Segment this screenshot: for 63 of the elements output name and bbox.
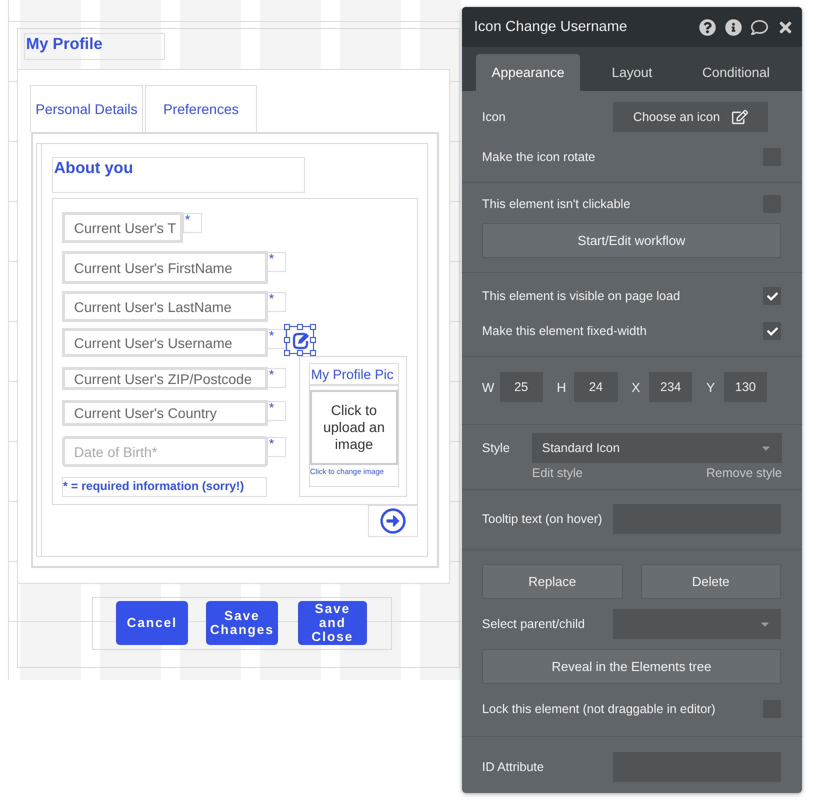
action-button[interactable]: Cancel xyxy=(116,601,188,645)
style-label: Style xyxy=(482,441,510,455)
panel-tab[interactable]: Conditional xyxy=(684,54,788,91)
option-label: This element isn't clickable xyxy=(482,197,630,211)
dimension-field[interactable]: 234 xyxy=(649,372,692,402)
dimension-field[interactable]: 130 xyxy=(724,372,767,402)
dimension-label: H xyxy=(556,380,568,394)
option-label: Make this element fixed-width xyxy=(482,324,647,338)
dimension-field[interactable]: 24 xyxy=(574,372,618,402)
page-title: My Profile xyxy=(24,33,165,60)
required-mark: * xyxy=(267,437,286,457)
section-title: About you xyxy=(52,157,305,193)
style-dropdown[interactable]: Standard Icon xyxy=(532,433,782,463)
required-mark: * xyxy=(267,292,286,312)
replace-button[interactable]: Replace xyxy=(482,564,622,599)
remove-style-link[interactable]: Remove style xyxy=(706,466,782,480)
dimension-label: X xyxy=(632,380,642,394)
reveal-button[interactable]: Reveal in the Elements tree xyxy=(482,649,781,684)
dimension-label: W xyxy=(482,380,496,394)
input-field[interactable]: Current User's FirstName xyxy=(62,251,268,284)
required-mark: * xyxy=(267,401,286,421)
dimension-label: Y xyxy=(706,380,716,394)
icon-label: Icon xyxy=(482,110,506,124)
picture-label: My Profile Pic xyxy=(309,363,399,385)
edit-style-link[interactable]: Edit style xyxy=(532,466,583,480)
action-button[interactable]: Save Changes xyxy=(206,601,278,645)
required-mark: * xyxy=(267,252,286,272)
tooltip-label: Tooltip text (on hover) xyxy=(482,512,602,526)
choose-icon-button[interactable]: Choose an icon xyxy=(613,102,768,132)
parent-child-label: Select parent/child xyxy=(482,617,585,631)
option-label: This element is visible on page load xyxy=(482,289,680,303)
upload-area[interactable]: Click to upload an image xyxy=(310,390,398,465)
close-icon[interactable] xyxy=(777,18,794,36)
input-field[interactable]: Current User's Country xyxy=(62,400,268,426)
input-field[interactable]: Current User's LastName xyxy=(62,291,268,322)
help-icon[interactable] xyxy=(699,18,716,36)
checkbox[interactable] xyxy=(763,287,781,305)
action-button[interactable]: Save and Close xyxy=(298,601,367,645)
checkbox[interactable] xyxy=(763,322,781,340)
input-field[interactable]: Current User's T xyxy=(62,212,183,243)
panel-tab[interactable]: Layout xyxy=(580,54,684,91)
tab[interactable]: Preferences xyxy=(145,85,257,132)
comment-icon[interactable] xyxy=(751,18,768,36)
required-mark: * xyxy=(267,368,286,388)
dimension-field[interactable]: 25 xyxy=(500,372,543,402)
workflow-button[interactable]: Start/Edit workflow xyxy=(482,223,781,258)
selected-edit-icon[interactable] xyxy=(284,324,316,356)
tab[interactable]: Personal Details xyxy=(30,85,143,132)
panel-tab[interactable]: Appearance xyxy=(476,54,580,91)
check-icon xyxy=(766,290,778,302)
option-label: Lock this element (not draggable in editor) xyxy=(482,702,716,716)
edit-icon xyxy=(732,109,748,125)
id-attribute-label: ID Attribute xyxy=(482,760,544,774)
panel-title: Icon Change Username xyxy=(474,19,628,35)
option-label: Make the icon rotate xyxy=(482,150,596,164)
info-icon[interactable] xyxy=(725,18,742,36)
delete-button[interactable]: Delete xyxy=(640,564,781,599)
input-field[interactable]: Current User's Username xyxy=(62,328,268,357)
required-mark: * xyxy=(183,213,202,233)
required-note: * = required information (sorry!) xyxy=(62,477,267,497)
arrow-right-icon[interactable] xyxy=(380,508,406,534)
input-field[interactable]: Current User's ZIP/Postcode xyxy=(62,367,268,390)
check-icon xyxy=(766,326,778,336)
